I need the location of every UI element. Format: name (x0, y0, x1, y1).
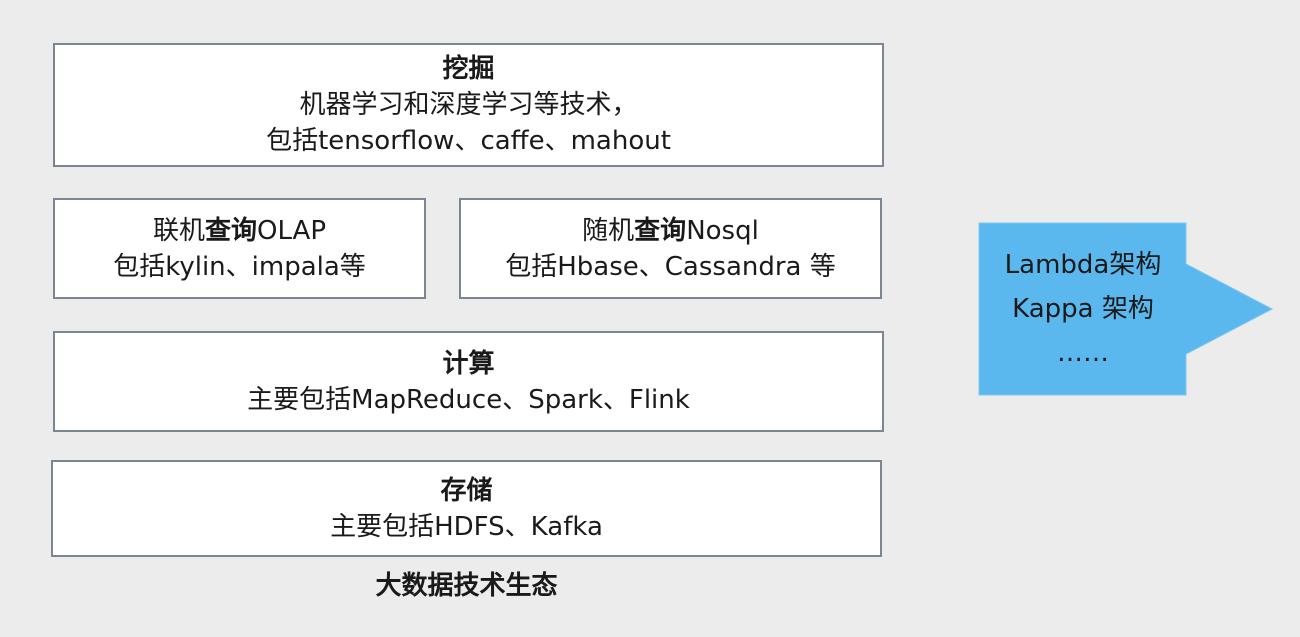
nosql-title-suffix: Nosql (686, 215, 759, 246)
olap-title-prefix: 联机 (152, 215, 205, 246)
architecture-item-kappa: Kappa 架构 (1012, 294, 1154, 324)
mining-title: 挖掘 (442, 54, 495, 84)
olap-tools: 包括kylin、impala等 (113, 251, 366, 282)
mining-tools: 包括tensorflow、caffe、mahout (266, 126, 671, 156)
olap-title: 联机查询OLAP (153, 213, 326, 249)
nosql-title-prefix: 随机 (582, 215, 635, 246)
compute-tools: 主要包括MapReduce、Spark、Flink (247, 384, 690, 415)
compute-title: 计算 (442, 348, 495, 379)
architecture-list: Lambda架构 Kappa 架构 …… (980, 223, 1186, 395)
architecture-item-lambda: Lambda架构 (1004, 250, 1162, 280)
olap-query-box: 联机查询OLAP 包括kylin、impala等 (53, 198, 426, 299)
nosql-query-box: 随机查询Nosql 包括Hbase、Cassandra 等 (459, 198, 882, 299)
olap-title-bold: 查询 (204, 215, 257, 246)
storage-layer-box: 存储 主要包括HDFS、Kafka (51, 460, 882, 557)
architecture-item-ellipsis: …… (1057, 338, 1109, 368)
mining-description: 机器学习和深度学习等技术， (299, 90, 638, 120)
olap-title-suffix: OLAP (257, 215, 327, 246)
storage-tools: 主要包括HDFS、Kafka (330, 511, 603, 542)
diagram-caption: 大数据技术生态 (375, 571, 558, 601)
nosql-tools: 包括Hbase、Cassandra 等 (505, 251, 836, 282)
mining-layer-box: 挖掘 机器学习和深度学习等技术， 包括tensorflow、caffe、maho… (53, 43, 884, 167)
nosql-title-bold: 查询 (634, 215, 687, 246)
storage-title: 存储 (440, 475, 493, 506)
compute-layer-box: 计算 主要包括MapReduce、Spark、Flink (53, 331, 884, 432)
nosql-title: 随机查询Nosql (582, 213, 759, 249)
